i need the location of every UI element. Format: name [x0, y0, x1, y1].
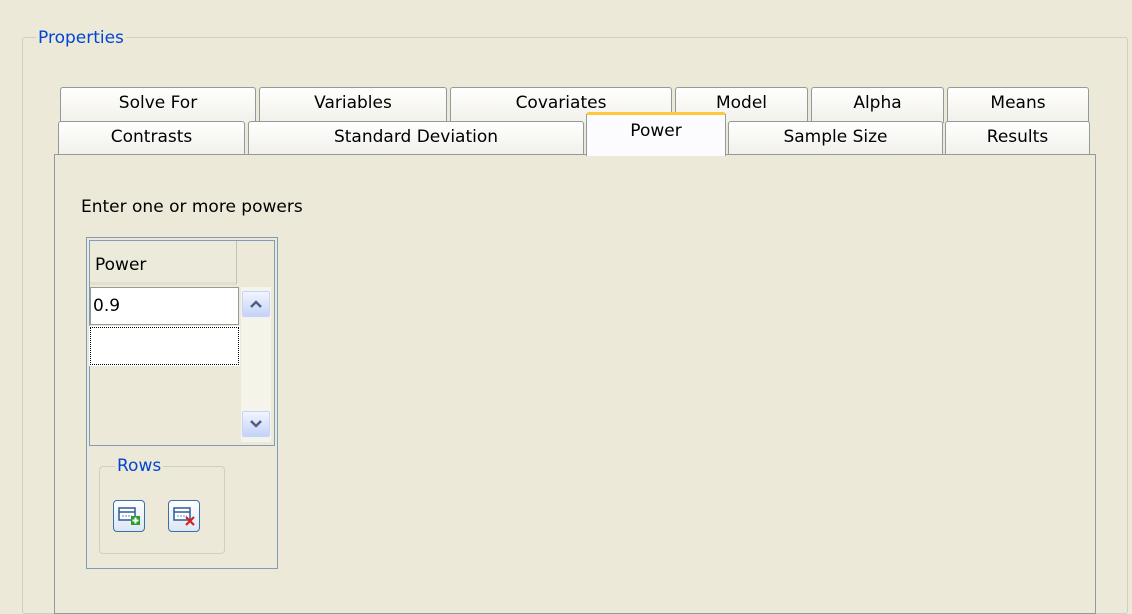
table-scrollbar[interactable]: [241, 287, 271, 442]
rows-group: Rows: [99, 456, 225, 554]
tab-standard-deviation[interactable]: Standard Deviation: [248, 121, 584, 155]
tab-variables[interactable]: Variables: [259, 87, 447, 123]
rows-group-title: Rows: [115, 456, 164, 476]
tab-sample-size[interactable]: Sample Size: [728, 121, 943, 155]
tab-contrasts[interactable]: Contrasts: [58, 121, 245, 155]
chevron-down-icon: [250, 420, 262, 428]
scroll-up-button[interactable]: [242, 291, 270, 317]
add-row-icon: [118, 507, 140, 525]
chevron-up-icon: [250, 300, 262, 308]
add-row-button[interactable]: [113, 500, 145, 532]
power-list-box: Power 0.9 Rows: [86, 237, 278, 569]
tab-solve-for[interactable]: Solve For: [60, 87, 256, 123]
tab-power[interactable]: Power: [586, 112, 726, 156]
table-cell[interactable]: 0.9: [90, 287, 239, 325]
power-column-header[interactable]: Power: [90, 241, 237, 285]
scroll-down-button[interactable]: [242, 411, 270, 437]
power-prompt-label: Enter one or more powers: [81, 197, 303, 217]
tab-alpha[interactable]: Alpha: [811, 87, 944, 123]
tab-means[interactable]: Means: [947, 87, 1089, 123]
delete-row-button[interactable]: [168, 500, 200, 532]
properties-group-title: Properties: [36, 28, 126, 48]
delete-row-icon: [173, 507, 195, 526]
power-table: Power 0.9: [89, 240, 275, 446]
tab-results[interactable]: Results: [945, 121, 1090, 155]
table-cell-editing[interactable]: [89, 326, 240, 366]
